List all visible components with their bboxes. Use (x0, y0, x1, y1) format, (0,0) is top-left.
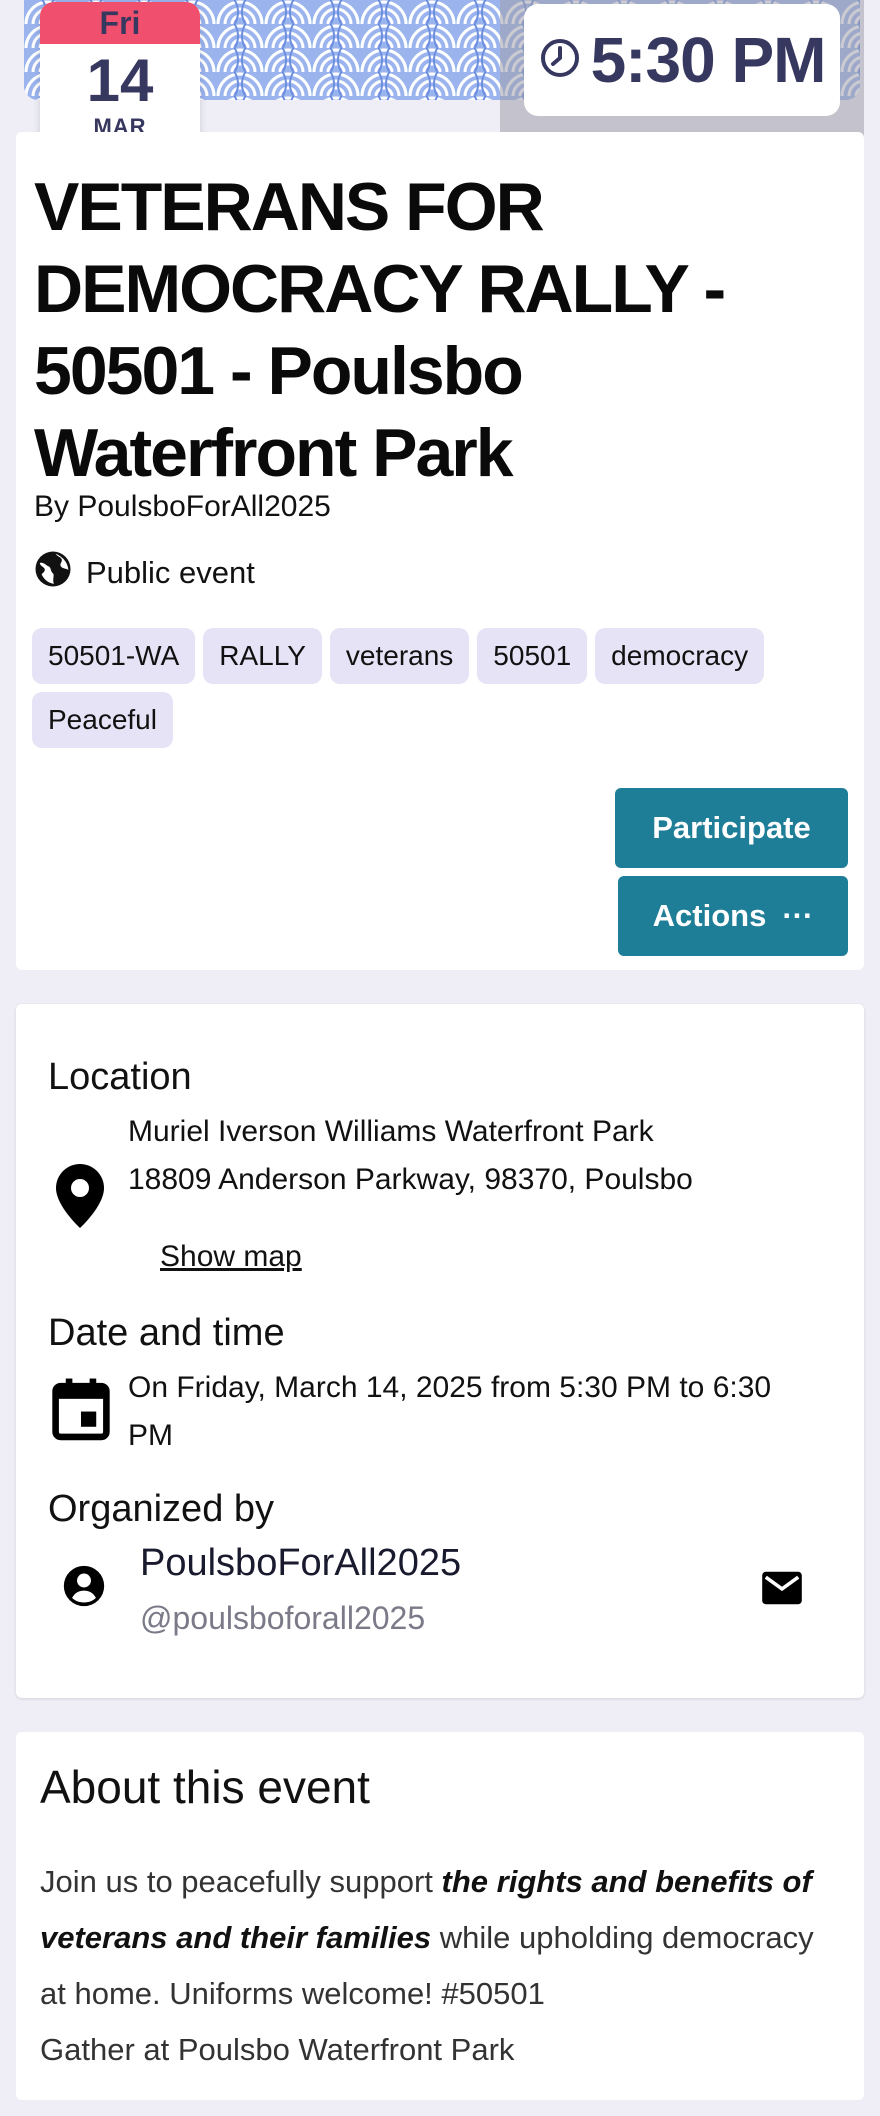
tag[interactable]: democracy (595, 628, 765, 684)
visibility-label: Public event (86, 555, 255, 590)
about-description: Join us to peacefully support the rights… (40, 1854, 840, 2078)
tag-list: 50501-WA RALLY veterans 50501 democracy … (32, 628, 832, 748)
event-details-card: Location Muriel Iverson Williams Waterfr… (16, 1004, 864, 1698)
tag[interactable]: RALLY (203, 628, 322, 684)
account-circle-icon (62, 1564, 106, 1613)
event-banner: 5:30 PM Fri 14 MAR (0, 0, 880, 162)
calendar-icon (50, 1376, 112, 1447)
actions-label: Actions (652, 898, 767, 933)
date-badge-day: 14 (86, 47, 154, 114)
organized-by-heading: Organized by (48, 1488, 275, 1530)
about-card: About this event Join us to peacefully s… (16, 1732, 864, 2100)
participate-button[interactable]: Participate (615, 788, 848, 868)
datetime-line-2: PM (128, 1419, 173, 1452)
location-address: 18809 Anderson Parkway, 98370, Poulsbo (128, 1163, 693, 1196)
datetime-line-1: On Friday, March 14, 2025 from 5:30 PM t… (128, 1371, 772, 1404)
organizer-handle: @poulsboforall2025 (140, 1600, 426, 1636)
organizer-name[interactable]: PoulsboForAll2025 (140, 1542, 461, 1585)
tag[interactable]: Peaceful (32, 692, 173, 748)
location-name: Muriel Iverson Williams Waterfront Park (128, 1115, 654, 1148)
visibility-indicator: Public event (32, 548, 255, 598)
tag[interactable]: 50501 (477, 628, 588, 684)
show-map-link[interactable]: Show map (160, 1240, 302, 1274)
globe-icon (32, 548, 74, 598)
tag[interactable]: veterans (329, 628, 470, 684)
event-header-card: VETERANS FOR DEMOCRACY RALLY - 50501 - P… (16, 132, 864, 970)
about-title: About this event (40, 1761, 370, 1813)
date-badge-weekday: Fri (40, 2, 200, 44)
about-text-start: Join us to peacefully support (40, 1864, 442, 1899)
email-icon[interactable] (760, 1570, 804, 1611)
start-time: 5:30 PM (590, 24, 827, 96)
organizer-line[interactable]: By PoulsboForAll2025 (34, 490, 331, 524)
location-heading: Location (48, 1056, 192, 1098)
tag[interactable]: 50501-WA (32, 628, 196, 684)
clock-icon (539, 37, 581, 84)
event-title: VETERANS FOR DEMOCRACY RALLY - 50501 - P… (34, 169, 726, 491)
map-pin-icon (56, 1164, 104, 1233)
actions-button[interactable]: Actions ··· (618, 876, 848, 956)
about-text-line-2: Gather at Poulsbo Waterfront Park (40, 2032, 515, 2067)
datetime-heading: Date and time (48, 1312, 285, 1354)
more-icon: ··· (782, 898, 814, 933)
start-time-box: 5:30 PM (524, 4, 840, 116)
